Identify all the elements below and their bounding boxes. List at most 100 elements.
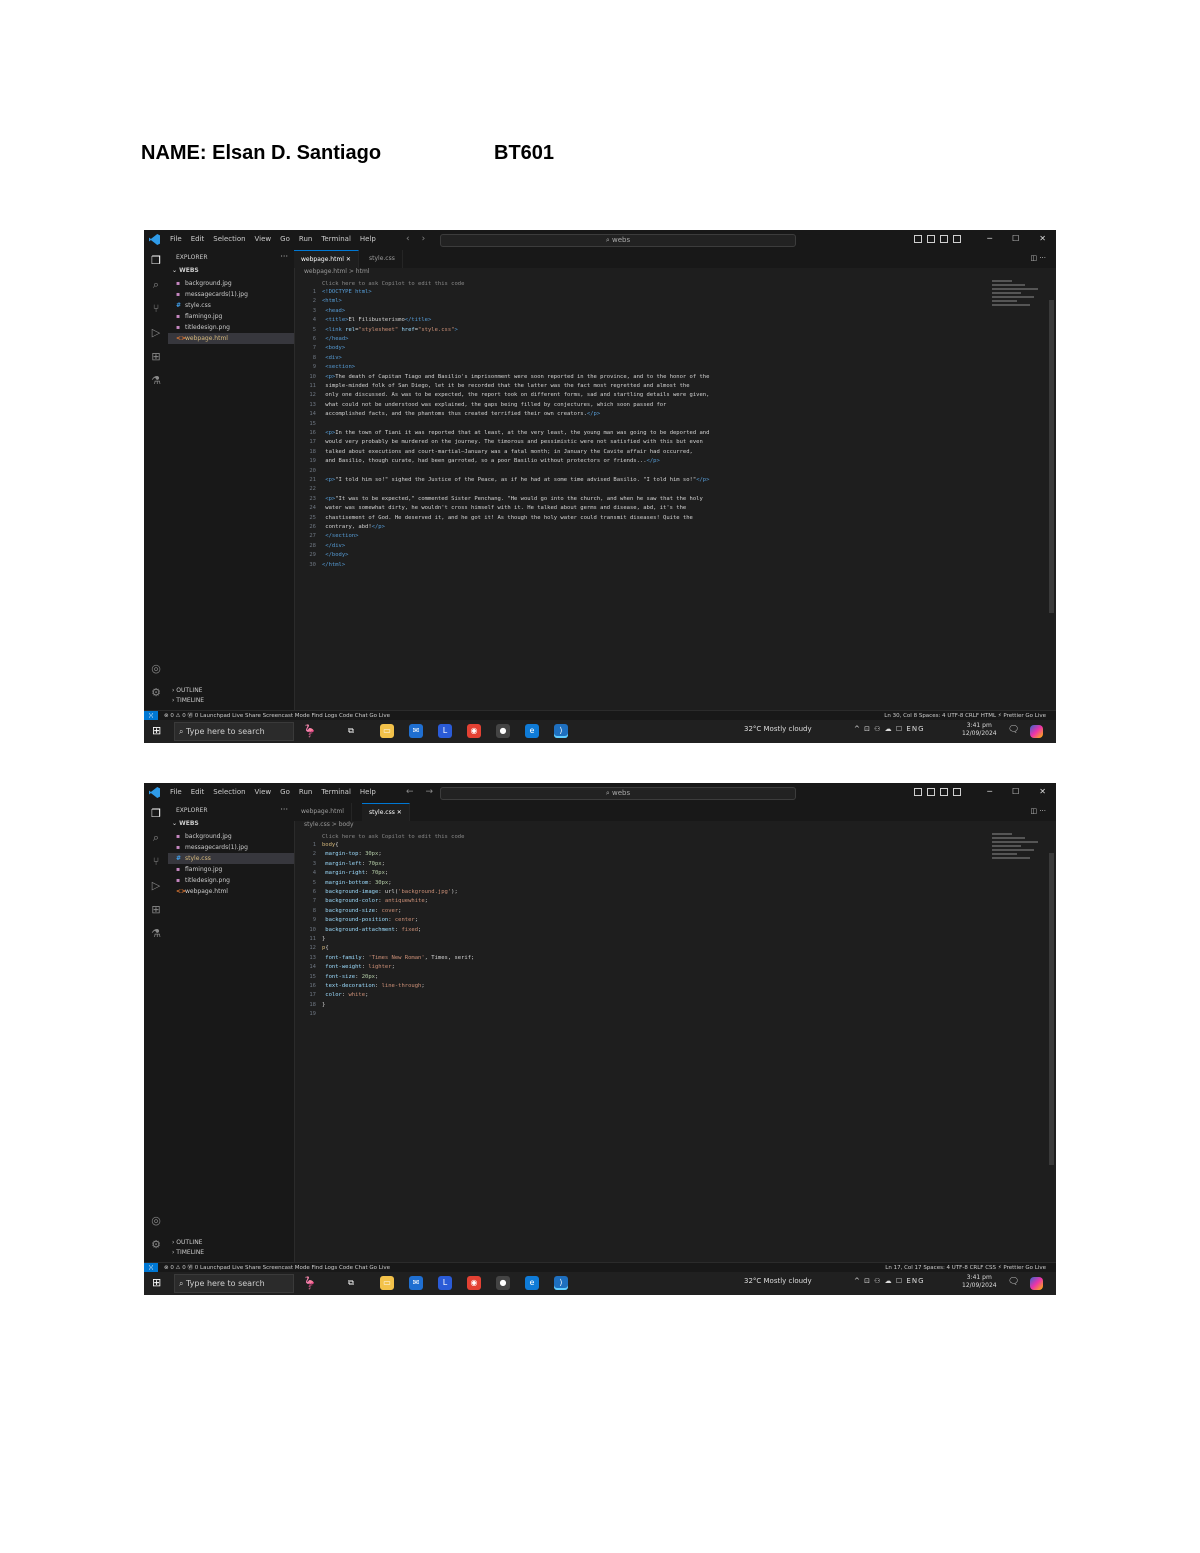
forward-arrow-icon[interactable]: › [422, 234, 426, 244]
close-tab-icon[interactable]: ✕ [344, 256, 351, 263]
command-center-search[interactable]: ⌕ webs [440, 787, 796, 800]
workspace-folder[interactable]: ⌄ WEBS [172, 267, 199, 274]
status-item[interactable]: ⊗ 0 ⚠ 0 [164, 713, 188, 719]
file-item[interactable]: <>webpage.html [168, 886, 294, 897]
extensions-icon[interactable]: ⊞ [149, 903, 163, 917]
taskbar-search[interactable]: ⌕ Type here to search [174, 722, 294, 741]
status-item[interactable]: Live Share [232, 713, 263, 719]
status-item[interactable]: ⚡ Prettier [998, 1265, 1026, 1271]
menu-view[interactable]: View [255, 235, 272, 243]
menu-go[interactable]: Go [280, 235, 290, 243]
customize-layout-icon[interactable] [953, 235, 961, 243]
menu-run[interactable]: Run [299, 788, 312, 796]
status-item[interactable]: Ln 30, Col 8 [884, 713, 919, 719]
edge-icon[interactable]: e [525, 724, 539, 738]
vscode-icon[interactable]: ⟩ [554, 1276, 568, 1290]
launcher-icon[interactable]: L [438, 1276, 452, 1290]
chrome-icon[interactable]: ◉ [467, 1276, 481, 1290]
maximize-icon[interactable]: ☐ [1012, 234, 1019, 243]
manage-gear-icon[interactable]: ⚙ [149, 1238, 163, 1252]
windows-start-icon[interactable]: ⊞ [152, 1277, 164, 1289]
minimize-icon[interactable]: ─ [987, 787, 992, 796]
forward-arrow-icon[interactable]: → [426, 787, 434, 797]
account-icon[interactable]: ◎ [149, 662, 163, 676]
run-debug-icon[interactable]: ▷ [149, 326, 163, 340]
explorer-icon[interactable]: ❐ [149, 254, 163, 268]
status-item[interactable]: Ln 17, Col 17 [885, 1265, 923, 1271]
status-item[interactable]: CRLF [970, 1265, 986, 1271]
edge-icon[interactable]: e [525, 1276, 539, 1290]
menu-terminal[interactable]: Terminal [321, 788, 351, 796]
windows-start-icon[interactable]: ⊞ [152, 725, 164, 737]
toggle-secondary-sidebar-icon[interactable] [940, 788, 948, 796]
search-icon[interactable]: ⌕ [149, 831, 163, 845]
file-explorer-icon[interactable]: ▭ [380, 724, 394, 738]
file-item[interactable]: ▪ background.jpg [168, 831, 294, 842]
testing-icon[interactable]: ⚗ [149, 927, 163, 941]
launcher-icon[interactable]: L [438, 724, 452, 738]
code-editor[interactable]: Click here to ask Copilot to edit this c… [294, 280, 1046, 710]
timeline-section[interactable]: › TIMELINE [172, 1248, 204, 1258]
menu-file[interactable]: File [170, 788, 182, 796]
source-control-icon[interactable]: ⑂ [149, 855, 163, 869]
search-highlight-flamingo-icon[interactable]: 🦩 [302, 1275, 336, 1292]
status-item[interactable]: Ⓦ 0 [188, 1265, 201, 1271]
status-item[interactable]: Code Chat [339, 1265, 369, 1271]
status-item[interactable]: Go Live [1025, 713, 1046, 719]
status-item[interactable]: Go Live [369, 1265, 390, 1271]
status-item[interactable]: CSS [985, 1265, 998, 1271]
weather-widget[interactable]: 32°C Mostly cloudy [744, 725, 812, 733]
code-editor[interactable]: Click here to ask Copilot to edit this c… [294, 833, 1046, 1262]
split-editor-icon[interactable]: ◫ ··· [1030, 254, 1046, 262]
tab-webpage-html[interactable]: webpage.html [294, 803, 352, 821]
outline-section[interactable]: › OUTLINE [172, 686, 204, 696]
clock[interactable]: 3:41 pm 12/09/2024 [962, 1274, 997, 1290]
status-item[interactable]: Live Share [232, 1265, 263, 1271]
testing-icon[interactable]: ⚗ [149, 374, 163, 388]
menu-terminal[interactable]: Terminal [321, 235, 351, 243]
status-item[interactable]: Screencast Mode [263, 1265, 312, 1271]
more-actions-icon[interactable]: ··· [280, 805, 288, 814]
status-item[interactable]: Launchpad [200, 713, 232, 719]
file-item[interactable]: # style.css [168, 853, 294, 864]
notifications-icon[interactable]: 🗨 [1008, 725, 1019, 735]
status-item[interactable]: UTF-8 [952, 1265, 970, 1271]
copilot-icon[interactable] [1030, 725, 1043, 738]
menu-help[interactable]: Help [360, 788, 376, 796]
maximize-icon[interactable]: ☐ [1012, 787, 1019, 796]
menu-selection[interactable]: Selection [213, 788, 245, 796]
tab-style-css[interactable]: style.css [362, 250, 403, 268]
status-item[interactable]: ⚡ Prettier [998, 713, 1026, 719]
account-icon[interactable]: ◎ [149, 1214, 163, 1228]
mail-icon[interactable]: ✉ [409, 724, 423, 738]
status-item[interactable]: Find Logs [311, 1265, 338, 1271]
vertical-scrollbar[interactable] [1049, 853, 1054, 1165]
file-item[interactable]: ▪ titledesign.png [168, 875, 294, 886]
file-item[interactable]: ▪ titledesign.png [168, 322, 294, 333]
weather-widget[interactable]: 32°C Mostly cloudy [744, 1277, 812, 1285]
close-icon[interactable]: ✕ [1039, 234, 1046, 243]
menu-go[interactable]: Go [280, 788, 290, 796]
file-item[interactable]: <>webpage.html [168, 333, 294, 344]
system-tray[interactable]: ^ ⊡ ⚇ ☁ ☐ ENG [854, 1277, 925, 1285]
tab-style-css[interactable]: style.css ✕ [362, 803, 410, 821]
clock[interactable]: 3:41 pm 12/09/2024 [962, 722, 997, 738]
toggle-secondary-sidebar-icon[interactable] [940, 235, 948, 243]
status-item[interactable]: Spaces: 4 [919, 713, 947, 719]
menu-file[interactable]: File [170, 235, 182, 243]
toggle-primary-sidebar-icon[interactable] [914, 788, 922, 796]
status-item[interactable]: Screencast Mode [263, 713, 312, 719]
status-item[interactable]: UTF-8 [947, 713, 965, 719]
customize-layout-icon[interactable] [953, 788, 961, 796]
obs-icon[interactable]: ● [496, 724, 510, 738]
more-actions-icon[interactable]: ··· [280, 252, 288, 261]
status-item[interactable]: CRLF [965, 713, 981, 719]
status-item[interactable]: Code Chat [339, 713, 369, 719]
menu-help[interactable]: Help [360, 235, 376, 243]
outline-section[interactable]: › OUTLINE [172, 1238, 204, 1248]
file-item[interactable]: ▪ messagecards(1).jpg [168, 842, 294, 853]
chrome-icon[interactable]: ◉ [467, 724, 481, 738]
obs-icon[interactable]: ● [496, 1276, 510, 1290]
search-highlight-flamingo-icon[interactable]: 🦩 [302, 723, 336, 740]
file-item[interactable]: ▪ flamingo.jpg [168, 311, 294, 322]
